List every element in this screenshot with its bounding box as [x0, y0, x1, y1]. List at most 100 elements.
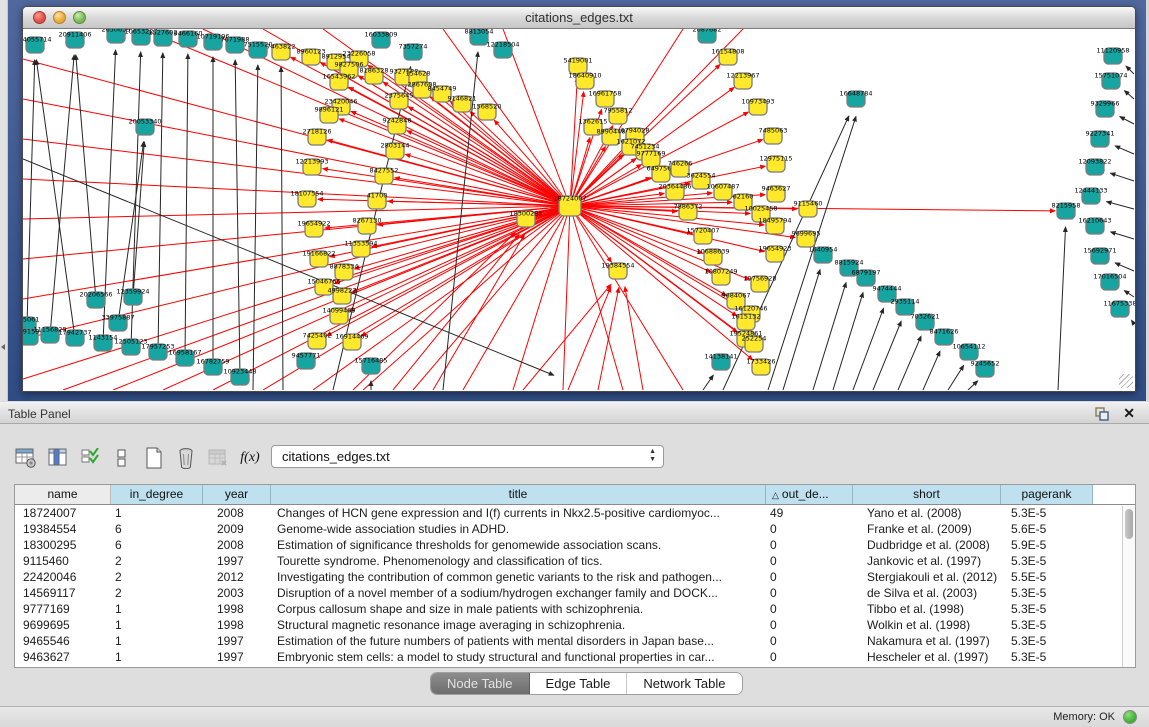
graph-edge[interactable] — [1132, 320, 1134, 324]
graph-node-label: 3624554 — [687, 172, 716, 180]
table-cell: Changes of HCN gene expression and I(f) … — [271, 505, 766, 521]
table-row[interactable]: 946362711997Embryonic stem cells: a mode… — [15, 649, 1135, 665]
graph-edge[interactable] — [281, 67, 283, 390]
graph-edge[interactable] — [853, 308, 884, 390]
table-cell: Investigating the contribution of common… — [271, 569, 766, 585]
graph-node-label: 10973493 — [741, 98, 774, 106]
delete-column-icon[interactable] — [174, 446, 198, 470]
column-header-year[interactable]: year — [203, 485, 271, 504]
show-columns-icon[interactable] — [46, 446, 70, 470]
graph-node-label: 8215958 — [1052, 202, 1081, 210]
table-mode-icon[interactable] — [14, 446, 38, 470]
select-columns-icon[interactable] — [78, 446, 102, 470]
graph-edge[interactable] — [1058, 227, 1066, 390]
table-cell: 1 — [111, 633, 203, 649]
delete-table-icon[interactable] — [206, 446, 230, 470]
network-window-titlebar[interactable]: citations_edges.txt — [23, 7, 1135, 29]
graph-edge[interactable] — [898, 336, 921, 390]
graph-node-label: 1568520 — [473, 103, 502, 111]
table-source-dropdown[interactable]: citations_edges.txt ▲▼ — [271, 445, 664, 468]
panel-collapse-arrow[interactable] — [1, 344, 5, 350]
graph-node-label: 2087682 — [693, 29, 722, 34]
table-row[interactable]: 1938455462009Genome-wide association stu… — [15, 521, 1135, 537]
table-row[interactable]: 2242004622012Investigating the contribut… — [15, 569, 1135, 585]
new-column-icon[interactable] — [142, 446, 166, 470]
graph-edge[interactable] — [185, 54, 188, 358]
graph-edge[interactable] — [1110, 173, 1134, 181]
column-header-name[interactable]: name — [15, 485, 111, 504]
function-builder-icon[interactable]: f(x) — [238, 446, 262, 470]
resize-grip-icon[interactable] — [1119, 374, 1133, 388]
column-header-filler — [1093, 485, 1135, 504]
graph-edge[interactable] — [253, 65, 258, 390]
column-header-title[interactable]: title — [271, 485, 766, 504]
graph-edge[interactable] — [873, 321, 901, 390]
graph-edge[interactable] — [598, 288, 619, 390]
graph-edge[interactable] — [570, 92, 584, 206]
graph-edge[interactable] — [1124, 291, 1134, 297]
table-row[interactable]: 969969511998Structural magnetic resonanc… — [15, 617, 1135, 633]
graph-edge[interactable] — [50, 55, 74, 335]
graph-edge[interactable] — [1120, 117, 1134, 124]
graph-node-label: 10688639 — [696, 248, 729, 256]
graph-edge[interactable] — [235, 60, 240, 377]
graph-edge[interactable] — [36, 60, 75, 338]
graph-node-label: 12975115 — [759, 155, 792, 163]
graph-edge[interactable] — [523, 284, 611, 390]
graph-edge[interactable] — [563, 206, 570, 390]
graph-edge[interactable] — [433, 234, 524, 390]
graph-edge[interactable] — [1111, 232, 1134, 239]
graph-node-label: 6794028 — [621, 127, 650, 135]
table-row[interactable]: 946554611997Estimation of the future num… — [15, 633, 1135, 649]
graph-node-label: 17942737 — [58, 329, 91, 337]
graph-edge[interactable] — [76, 55, 96, 300]
column-header-pagerank[interactable]: pagerank — [1001, 485, 1093, 504]
graph-node-label: 14099469 — [322, 307, 355, 315]
graph-node-label: 16961758 — [588, 90, 621, 98]
table-cell: Wolkin et al. (1998) — [853, 617, 1001, 633]
graph-edge[interactable] — [1115, 146, 1134, 154]
tab-edge-table[interactable]: Edge Table — [530, 673, 628, 694]
table-row[interactable]: 1830029562008Estimation of significance … — [15, 537, 1135, 553]
table-row[interactable]: 1456911722003Disruption of a novel membe… — [15, 585, 1135, 601]
table-cell: 18724007 — [15, 505, 111, 521]
float-panel-icon[interactable] — [1095, 407, 1109, 421]
graph-edge[interactable] — [570, 206, 623, 390]
graph-edge[interactable] — [1107, 202, 1134, 209]
graph-node-label: 9329966 — [1091, 100, 1120, 108]
graph-edge[interactable] — [568, 287, 611, 390]
graph-node-label: 7485063 — [759, 127, 788, 135]
graph-edge[interactable] — [813, 283, 846, 390]
table-scrollbar[interactable] — [1122, 506, 1135, 667]
row-height-icon[interactable] — [110, 446, 134, 470]
graph-edge[interactable] — [363, 206, 570, 390]
memory-ok-indicator[interactable] — [1123, 710, 1137, 724]
graph-edge[interactable] — [23, 206, 570, 219]
graph-edge[interactable] — [948, 365, 964, 390]
table-scrollbar-thumb[interactable] — [1125, 509, 1133, 539]
column-header-short[interactable]: short — [853, 485, 1001, 504]
graph-edge[interactable] — [625, 287, 643, 390]
graph-edge[interactable] — [408, 107, 570, 206]
tab-node-table[interactable]: Node Table — [431, 673, 530, 694]
graph-edge[interactable] — [783, 270, 820, 390]
column-header-in-degree[interactable]: in_degree — [111, 485, 203, 504]
table-row[interactable]: 911546021997Tourette syndrome. Phenomeno… — [15, 553, 1135, 569]
graph-edge[interactable] — [703, 375, 713, 390]
table-row[interactable]: 977716911998Corpus callosum shape and si… — [15, 601, 1135, 617]
table-row[interactable]: 1872400712008Changes of HCN gene express… — [15, 505, 1135, 521]
graph-node-label: 8813054 — [465, 29, 494, 36]
graph-node-label: 7357274 — [399, 43, 428, 51]
graph-edge[interactable] — [158, 53, 163, 352]
graph-edge[interactable] — [361, 206, 570, 336]
network-canvas[interactable]: 5405571420911406265063910653227152760294… — [23, 29, 1135, 390]
graph-edge[interactable] — [923, 351, 940, 390]
graph-edge[interactable] — [968, 381, 978, 390]
graph-edge[interactable] — [1124, 91, 1134, 99]
close-panel-icon[interactable]: ✕ — [1123, 405, 1135, 422]
column-header-out-de-[interactable]: △out_de... — [766, 485, 853, 504]
graph-node-label: 8427552 — [370, 167, 399, 175]
graph-edge[interactable] — [349, 206, 570, 311]
tab-network-table[interactable]: Network Table — [627, 673, 741, 694]
graph-edge[interactable] — [1115, 263, 1134, 271]
